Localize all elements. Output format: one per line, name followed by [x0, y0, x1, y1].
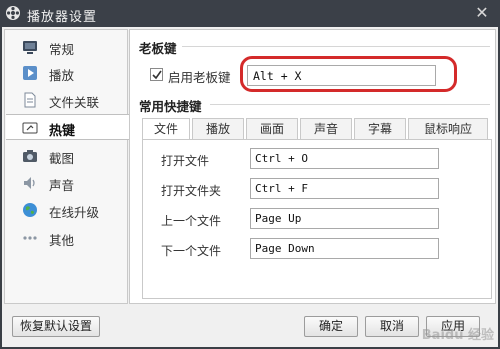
watermark: Baidu 经验 [421, 328, 494, 343]
boss-key-section-title: 老板键 [139, 41, 177, 56]
play-icon [23, 66, 37, 80]
close-button[interactable]: ✕ [472, 3, 492, 23]
film-reel-icon [6, 6, 20, 20]
sidebar-item-playback[interactable]: 播放 [6, 60, 126, 86]
sidebar-item-label: 声音 [49, 178, 75, 193]
section-divider [210, 104, 490, 105]
sidebar-item-label: 文件关联 [49, 95, 100, 110]
shortcut-input-open-folder[interactable]: Ctrl + F [250, 178, 439, 199]
sidebar-item-file-association[interactable]: 文件关联 [6, 87, 126, 113]
monitor-icon [23, 41, 37, 54]
sidebar-item-label: 常规 [49, 42, 75, 57]
file-shortcuts-list: 打开文件 Ctrl + O 打开文件夹 Ctrl + F 上一个文件 Page … [142, 139, 492, 299]
tab-playback[interactable]: 播放 [192, 118, 244, 140]
tab-subtitle[interactable]: 字幕 [354, 118, 406, 140]
shortcut-label-open-file: 打开文件 [161, 154, 210, 168]
restore-defaults-button[interactable]: 恢复默认设置 [12, 316, 100, 337]
sidebar-item-sound[interactable]: 声音 [6, 170, 126, 196]
sidebar-item-hotkeys[interactable]: 热键 [6, 114, 130, 140]
hotkeys-panel: 老板键 启用老板键 Alt + X 常用快捷键 文件 播放 画面 声音 字幕 鼠… [129, 29, 496, 304]
sidebar-item-label: 播放 [49, 68, 75, 83]
common-shortcuts-section-title: 常用快捷键 [139, 99, 202, 114]
speaker-icon [24, 177, 35, 189]
shortcut-input-open-file[interactable]: Ctrl + O [250, 148, 439, 169]
checkmark-icon [152, 70, 162, 80]
highlight-annotation [240, 56, 457, 92]
ok-button[interactable]: 确定 [304, 316, 358, 337]
sidebar-item-label: 热键 [49, 124, 76, 139]
section-divider [182, 46, 490, 47]
sidebar-item-general[interactable]: 常规 [6, 34, 126, 60]
more-icon [23, 236, 37, 240]
settings-dialog: 播放器设置 ✕ 常规 播放 文件关联 热键 截图 声音 在线升级 其他 老板键 … [0, 0, 500, 349]
sidebar-item-label: 截图 [49, 151, 75, 166]
sidebar-item-label: 在线升级 [49, 205, 100, 220]
settings-sidebar: 常规 播放 文件关联 热键 截图 声音 在线升级 其他 [4, 29, 130, 304]
shortcut-label-next-file: 下一个文件 [161, 244, 222, 258]
sidebar-item-online-upgrade[interactable]: 在线升级 [6, 197, 126, 223]
shortcut-tabs: 文件 播放 画面 声音 字幕 鼠标响应 [142, 118, 492, 140]
camera-icon [23, 150, 37, 162]
tab-picture[interactable]: 画面 [246, 118, 298, 140]
tab-file[interactable]: 文件 [142, 118, 190, 140]
globe-icon [23, 203, 37, 217]
title-bar[interactable]: 播放器设置 ✕ [0, 0, 500, 27]
enable-boss-key-label: 启用老板键 [168, 70, 231, 85]
window-title: 播放器设置 [27, 10, 98, 25]
shortcut-label-previous-file: 上一个文件 [161, 214, 222, 228]
shortcut-label-open-folder: 打开文件夹 [161, 184, 222, 198]
cancel-button[interactable]: 取消 [365, 316, 419, 337]
tab-mouse-response[interactable]: 鼠标响应 [408, 118, 488, 140]
keyboard-icon [22, 122, 38, 134]
document-icon [24, 92, 36, 108]
shortcut-input-next-file[interactable]: Page Down [250, 238, 439, 259]
sidebar-item-screenshot[interactable]: 截图 [6, 143, 126, 169]
enable-boss-key-checkbox[interactable] [150, 68, 163, 81]
shortcut-input-previous-file[interactable]: Page Up [250, 208, 439, 229]
dialog-content: 常规 播放 文件关联 热键 截图 声音 在线升级 其他 老板键 启用老板键 Al… [2, 27, 498, 347]
sidebar-item-label: 其他 [49, 233, 75, 248]
tab-sound[interactable]: 声音 [300, 118, 352, 140]
sidebar-item-other[interactable]: 其他 [6, 225, 126, 251]
